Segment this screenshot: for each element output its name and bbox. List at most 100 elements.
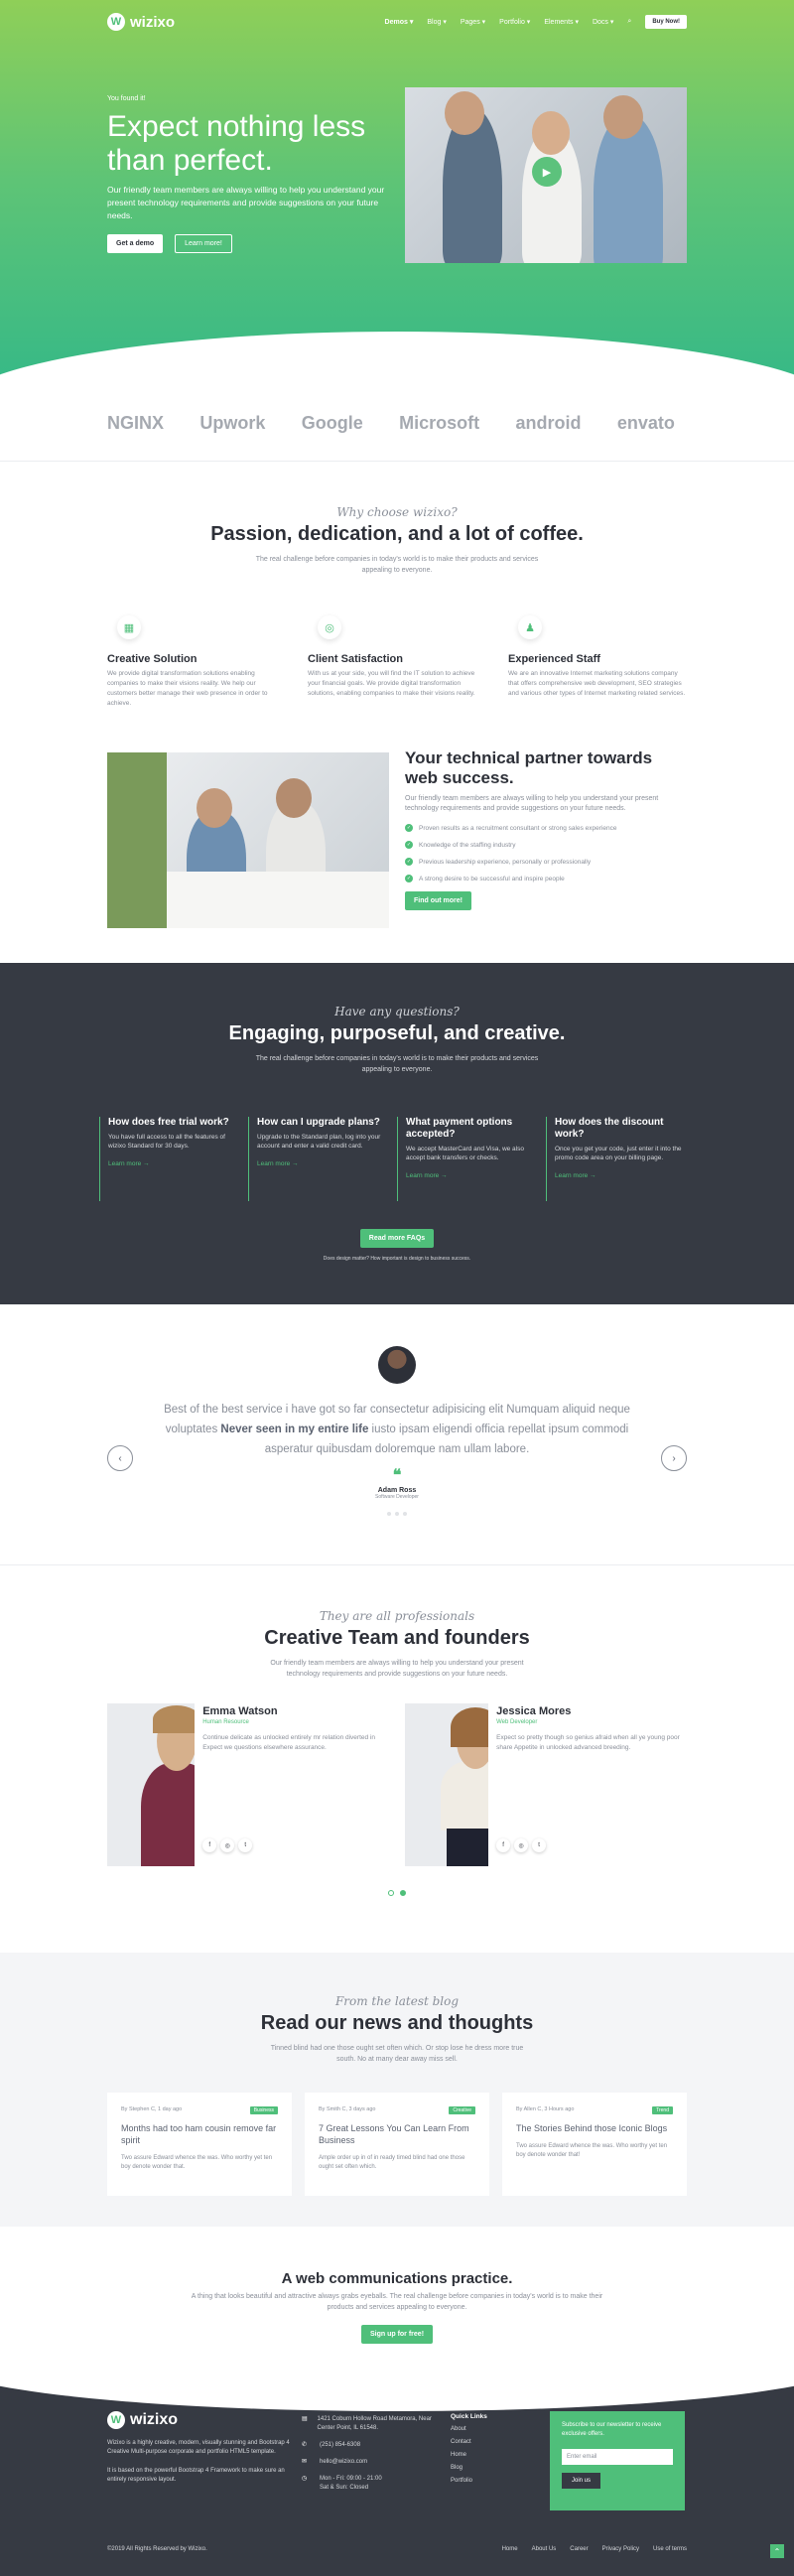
team-section: They are all professionals Creative Team… xyxy=(0,1565,794,1953)
partner-section: Your technical partner towards web succe… xyxy=(0,748,794,928)
carousel-dots[interactable] xyxy=(0,1512,794,1516)
footer-bottom-link[interactable]: About Us xyxy=(532,2546,557,2552)
facebook-icon[interactable]: f xyxy=(202,1838,216,1852)
footer-email[interactable]: hello@wizixo.com xyxy=(320,2458,367,2467)
footer-hours-weekend: Sat & Sun: Closed xyxy=(320,2485,369,2491)
learn-more-button[interactable]: Learn more! xyxy=(175,234,232,253)
list-item: ✓ A strong desire to be successful and in… xyxy=(405,875,565,882)
footer-link[interactable]: Contact xyxy=(451,2439,550,2445)
hero-video-image[interactable]: ▶ xyxy=(405,87,687,263)
footer-bottom-link[interactable]: Privacy Policy xyxy=(602,2546,639,2552)
hero-kicker: You found it! xyxy=(107,95,146,102)
menu-docs[interactable]: Docs ▾ xyxy=(593,18,613,26)
testimonial-role: Software Developer xyxy=(375,1494,419,1500)
footer-link[interactable]: Home xyxy=(451,2452,550,2458)
feature-staff: ♟ Experienced Staff We are an innovative… xyxy=(508,615,687,709)
blog-section: From the latest blog Read our news and t… xyxy=(0,1953,794,2227)
newsletter-email-input[interactable]: Enter email xyxy=(562,2449,673,2465)
footer-link[interactable]: Blog xyxy=(451,2465,550,2471)
blog-post-card[interactable]: By Allen C, 3 Hours ago Trend The Stories… xyxy=(502,2093,687,2196)
footer-bottom-link[interactable]: Use of terms xyxy=(653,2546,687,2552)
list-item: ✓ Previous leadership experience, persona… xyxy=(405,858,592,866)
team-meeting-image xyxy=(107,752,389,928)
next-arrow-icon[interactable]: › xyxy=(661,1445,687,1471)
read-more-faqs-button[interactable]: Read more FAQs xyxy=(359,1229,435,1248)
footer-about: Wizixo is a highly creative, modern, vis… xyxy=(107,2440,290,2455)
menu-elements[interactable]: Elements ▾ xyxy=(544,18,579,26)
instagram-icon[interactable]: ◎ xyxy=(514,1838,528,1852)
menu-blog[interactable]: Blog ▾ xyxy=(427,18,446,26)
clock-icon: ◷ xyxy=(302,2476,308,2482)
brand-name: wizixo xyxy=(130,2411,179,2428)
blog-post-card[interactable]: By Stephen C, 1 day ago Business Months h… xyxy=(107,2093,292,2196)
copyright: ©2019 All Rights Reserved by Wizixo. xyxy=(107,2546,207,2552)
testimonial-quote: Best of the best service i have got so f… xyxy=(164,1404,630,1455)
member-name: Jessica Mores xyxy=(496,1705,572,1717)
footer-bottom-link[interactable]: Home xyxy=(502,2546,518,2552)
team-title: Creative Team and founders xyxy=(264,1627,530,1649)
blog-post-card[interactable]: By Smith C, 3 days ago Creative 7 Great L… xyxy=(305,2093,489,2196)
feature-satisfaction: ◎ Client Satisfaction With us at your si… xyxy=(308,615,486,709)
faq-learn-more-link[interactable]: Learn more → xyxy=(257,1160,389,1167)
twitter-icon[interactable]: t xyxy=(532,1838,546,1852)
cta-section: A web communications practice. A thing t… xyxy=(0,2227,794,2381)
post-tag: Business xyxy=(249,2106,278,2114)
testimonial-author: Adam Ross xyxy=(377,1487,417,1494)
why-sub: The real challenge before companies in t… xyxy=(255,556,539,574)
logo-microsoft: Microsoft xyxy=(399,412,480,433)
list-item: ✓ Knowledge of the staffing industry xyxy=(405,841,516,849)
join-us-button[interactable]: Join us xyxy=(562,2473,601,2489)
footer-link[interactable]: Portfolio xyxy=(451,2478,550,2484)
faq-answer: Once you get your code, just enter it in… xyxy=(555,1146,682,1161)
feature-text: We provide digital transformation soluti… xyxy=(107,670,268,707)
member-text: Expect so pretty though so genius afraid… xyxy=(496,1734,680,1751)
find-out-more-button[interactable]: Find out more! xyxy=(405,891,471,910)
chart-icon: ▦ xyxy=(117,615,141,639)
partner-title: Your technical partner towards web succe… xyxy=(405,748,653,787)
twitter-icon[interactable]: t xyxy=(238,1838,252,1852)
faq-learn-more-link[interactable]: Learn more → xyxy=(108,1160,240,1167)
logo-android: android xyxy=(515,412,582,433)
search-icon[interactable]: ⌕ xyxy=(627,18,631,26)
faq-kicker: Have any questions? xyxy=(334,1005,460,1018)
footer-link[interactable]: About xyxy=(451,2426,550,2432)
back-to-top-icon[interactable]: ⌃ xyxy=(770,2544,784,2558)
brand-logo[interactable]: W wizixo xyxy=(107,13,175,31)
instagram-icon[interactable]: ◎ xyxy=(220,1838,234,1852)
member-name: Emma Watson xyxy=(202,1705,278,1717)
prev-arrow-icon[interactable]: ‹ xyxy=(107,1445,133,1471)
logo-icon: W xyxy=(107,13,125,31)
buy-now-button[interactable]: Buy Now! xyxy=(645,15,687,29)
blog-title: Read our news and thoughts xyxy=(260,2012,534,2034)
logo-upwork: Upwork xyxy=(199,412,266,433)
avatar xyxy=(378,1346,416,1384)
get-demo-button[interactable]: Get a demo xyxy=(107,234,164,253)
menu-pages[interactable]: Pages ▾ xyxy=(461,18,485,26)
mail-icon: ✉ xyxy=(302,2459,308,2465)
footer-logo[interactable]: W wizixo xyxy=(107,2411,302,2429)
faq-note: Does design matter? How important is des… xyxy=(323,1256,471,1262)
footer-bottom-link[interactable]: Career xyxy=(570,2546,588,2552)
why-title: Passion, dedication, and a lot of coffee… xyxy=(210,523,584,545)
facebook-icon[interactable]: f xyxy=(496,1838,510,1852)
check-icon: ✓ xyxy=(405,858,413,866)
post-title: Months had too ham cousin remove far spi… xyxy=(121,2123,277,2145)
menu-portfolio[interactable]: Portfolio ▾ xyxy=(499,18,530,26)
hero-section: W wizixo Demos ▾ Blog ▾ Pages ▾ Portfoli… xyxy=(0,0,794,401)
team-icon: ♟ xyxy=(518,615,542,639)
menu-demos[interactable]: Demos ▾ xyxy=(385,18,414,26)
faq-answer: We accept MasterCard and Visa, we also a… xyxy=(406,1146,524,1161)
play-icon[interactable]: ▶ xyxy=(532,157,562,187)
faq-learn-more-link[interactable]: Learn more → xyxy=(555,1172,687,1179)
faq-answer: Upgrade to the Standard plan, log into y… xyxy=(257,1134,381,1150)
faq-learn-more-link[interactable]: Learn more → xyxy=(406,1172,538,1179)
logo-google: Google xyxy=(301,412,363,433)
testimonial-section: Best of the best service i have got so f… xyxy=(0,1304,794,1564)
team-carousel-dots[interactable] xyxy=(0,1890,794,1896)
member-title: Human Resource xyxy=(202,1719,249,1725)
hero-text: Our friendly team members are always wil… xyxy=(107,185,385,220)
sign-up-button[interactable]: Sign up for free! xyxy=(360,2325,434,2344)
feature-text: With us at your side, you will find the … xyxy=(308,670,475,697)
partner-text: Our friendly team members are always wil… xyxy=(405,795,659,812)
post-tag: Creative xyxy=(449,2106,475,2114)
